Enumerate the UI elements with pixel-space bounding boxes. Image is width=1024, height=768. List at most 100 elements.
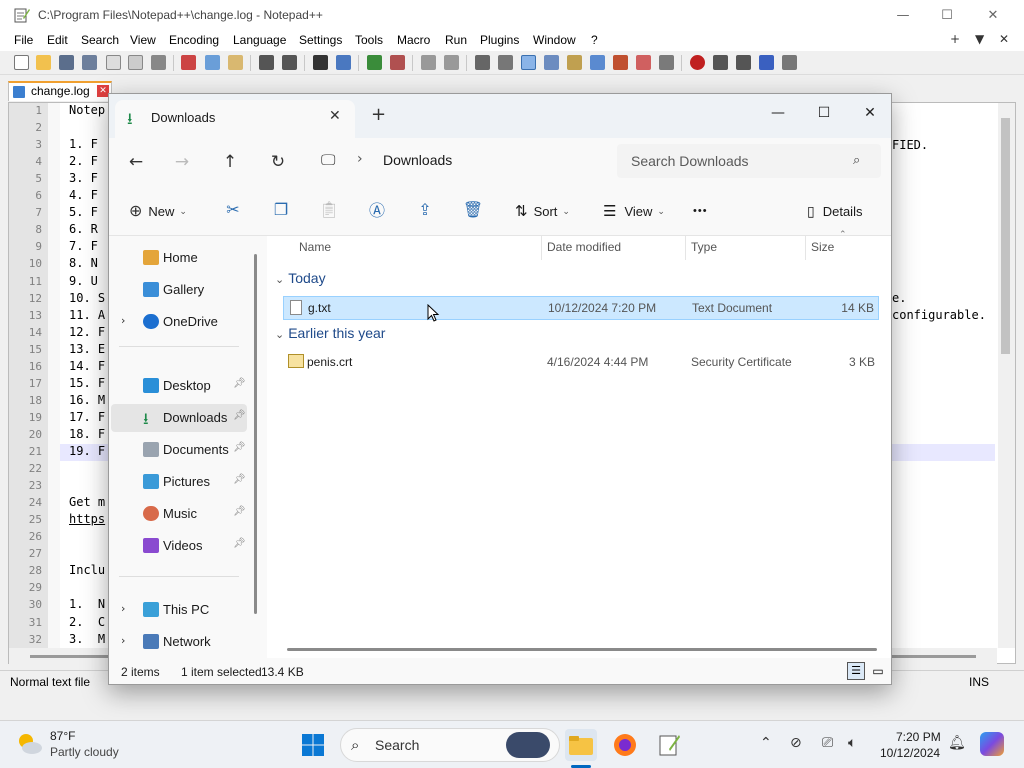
pin-icon[interactable]: 📌︎ <box>233 506 246 517</box>
undo-icon[interactable] <box>259 55 274 70</box>
nav-item-network[interactable]: › Network <box>111 628 247 656</box>
weather-widget[interactable] <box>14 729 44 759</box>
explorer-tab-downloads[interactable]: ⭳ Downloads ✕ <box>115 100 355 138</box>
print-icon[interactable] <box>151 55 166 70</box>
close-file-icon[interactable] <box>106 55 121 70</box>
doc-map-icon[interactable] <box>567 55 582 70</box>
zoom-out-icon[interactable] <box>390 55 405 70</box>
copy-icon[interactable] <box>205 55 220 70</box>
monitoring-icon[interactable] <box>659 55 674 70</box>
explorer-close-button[interactable]: ✕ <box>847 98 893 128</box>
nav-pane-scrollbar[interactable] <box>254 254 257 614</box>
taskbar-notepadpp[interactable] <box>653 729 685 761</box>
volume-icon[interactable]: 🔈︎ <box>848 735 856 751</box>
clock-time[interactable]: 7:20 PM <box>896 730 941 744</box>
back-button[interactable]: ← <box>121 148 151 176</box>
menu-run[interactable]: Run <box>445 33 467 47</box>
forward-button[interactable]: → <box>167 148 197 176</box>
address-bar[interactable]: 🖵 › Downloads <box>307 144 599 178</box>
menu-language[interactable]: Language <box>233 33 286 47</box>
more-options-button[interactable]: ••• <box>693 200 708 222</box>
save-all-icon[interactable] <box>82 55 97 70</box>
column-header-name[interactable]: Name <box>299 240 331 254</box>
pin-icon[interactable]: 📌︎ <box>233 410 246 421</box>
find-icon[interactable] <box>313 55 328 70</box>
cut-icon[interactable] <box>181 55 196 70</box>
copy-button[interactable]: ❐ <box>271 198 291 220</box>
pin-icon[interactable]: 📌︎ <box>233 538 246 549</box>
pin-icon[interactable]: 📌︎ <box>233 474 246 485</box>
sync-vertical-icon[interactable] <box>421 55 436 70</box>
up-button[interactable]: ↑ <box>215 148 245 176</box>
refresh-button[interactable]: ↻ <box>263 148 293 176</box>
file-row-penis-crt[interactable]: penis.crt 4/16/2024 4:44 PM Security Cer… <box>283 351 879 375</box>
nav-item-pictures[interactable]: Pictures 📌︎ <box>111 468 247 496</box>
lang-udl-icon[interactable] <box>544 55 559 70</box>
menu-help[interactable]: ? <box>591 33 598 47</box>
menu-plugins[interactable]: Plugins <box>480 33 519 47</box>
tab-list-icon[interactable]: ▼ <box>975 32 984 46</box>
new-button[interactable]: ⊕ New ⌄ <box>129 200 187 222</box>
menu-encoding[interactable]: Encoding <box>169 33 219 47</box>
new-tab-icon[interactable]: + <box>950 32 960 46</box>
pin-icon[interactable]: 📌︎ <box>233 378 246 389</box>
menu-search[interactable]: Search <box>81 33 119 47</box>
menu-view[interactable]: View <box>130 33 156 47</box>
show-all-chars-icon[interactable] <box>498 55 513 70</box>
new-tab-button[interactable]: + <box>371 104 386 125</box>
replace-icon[interactable] <box>336 55 351 70</box>
explorer-minimize-button[interactable]: — <box>755 98 801 128</box>
nav-item-documents[interactable]: Documents 📌︎ <box>111 436 247 464</box>
nav-item-gallery[interactable]: Gallery <box>111 276 247 304</box>
tab-close-icon[interactable]: ✕ <box>329 108 341 124</box>
nav-item-onedrive[interactable]: › OneDrive <box>111 308 247 336</box>
details-pane-button[interactable]: ▯ Details <box>807 200 862 222</box>
search-box[interactable]: Search Downloads ⌕ <box>617 144 881 178</box>
cut-button[interactable]: ✂ <box>223 198 243 220</box>
column-header-date[interactable]: Date modified <box>547 240 621 254</box>
taskbar-search[interactable]: ⌕ Search <box>340 728 560 762</box>
menu-macro[interactable]: Macro <box>397 33 430 47</box>
sort-button[interactable]: ⇅ Sort ⌄ <box>515 200 570 222</box>
file-list-horizontal-scrollbar[interactable] <box>287 648 877 651</box>
taskbar-file-explorer[interactable] <box>565 729 597 761</box>
editor-vertical-scroll-thumb[interactable] <box>1001 118 1010 354</box>
network-status-icon[interactable]: ⊘ <box>790 735 802 751</box>
nav-item-music[interactable]: Music 📌︎ <box>111 500 247 528</box>
doc-list-icon[interactable] <box>590 55 605 70</box>
folder-workspace-icon[interactable] <box>636 55 651 70</box>
word-wrap-icon[interactable] <box>475 55 490 70</box>
clock-date[interactable]: 10/12/2024 <box>880 746 940 760</box>
taskbar-firefox[interactable] <box>609 729 641 761</box>
breadcrumb-downloads[interactable]: Downloads <box>383 152 452 168</box>
weather-temp[interactable]: 87°F <box>50 729 75 743</box>
column-header-size[interactable]: Size <box>811 240 834 254</box>
indent-guide-icon[interactable] <box>521 55 536 70</box>
view-button[interactable]: ☰ View ⌄ <box>603 200 665 222</box>
notifications-bell-icon[interactable]: 🔔︎ <box>948 735 966 751</box>
nav-item-home[interactable]: Home <box>111 244 247 272</box>
explorer-maximize-button[interactable]: ☐ <box>801 98 847 128</box>
weather-condition[interactable]: Partly cloudy <box>50 745 119 759</box>
group-header-today[interactable]: ⌄ Today <box>275 270 326 286</box>
save-icon[interactable] <box>59 55 74 70</box>
nav-item-downloads[interactable]: ⭳ Downloads 📌︎ <box>111 404 247 432</box>
function-list-icon[interactable] <box>613 55 628 70</box>
show-hidden-icons-icon[interactable]: ⌃ <box>760 735 772 751</box>
redo-icon[interactable] <box>282 55 297 70</box>
notepad-tab-changelog[interactable]: change.log ✕ <box>8 81 112 101</box>
menu-settings[interactable]: Settings <box>299 33 342 47</box>
share-button[interactable]: ⇪ <box>415 198 435 220</box>
column-header-type[interactable]: Type <box>691 240 717 254</box>
pin-icon[interactable]: 📌︎ <box>233 442 246 453</box>
nav-item-thispc[interactable]: › This PC <box>111 596 247 624</box>
menu-file[interactable]: File <box>14 33 33 47</box>
minimize-button[interactable]: — <box>880 0 926 31</box>
close-all-icon[interactable] <box>128 55 143 70</box>
new-file-icon[interactable] <box>14 55 29 70</box>
menu-edit[interactable]: Edit <box>47 33 68 47</box>
play-macro-icon[interactable] <box>736 55 751 70</box>
open-file-icon[interactable] <box>36 55 51 70</box>
start-button[interactable] <box>297 729 329 761</box>
copilot-icon[interactable] <box>980 732 1004 756</box>
